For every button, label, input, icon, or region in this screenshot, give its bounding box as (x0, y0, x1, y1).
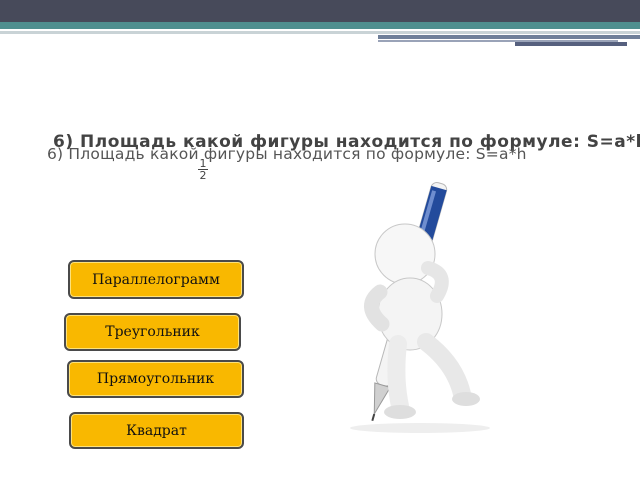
decor-bar-3 (515, 42, 627, 46)
divider-line (0, 31, 640, 34)
answer-button-triangle[interactable]: Треугольник (64, 313, 241, 351)
top-bar (0, 0, 640, 22)
title-back-tail: a*h (614, 132, 640, 152)
answer-button-square[interactable]: Квадрат (69, 412, 244, 449)
answer-button-rectangle[interactable]: Прямоугольник (67, 360, 244, 398)
question-title-front: 6) Площадь какой фигуры находится по фор… (47, 145, 527, 163)
accent-stripe (0, 22, 640, 29)
decor-bar-1 (378, 35, 640, 39)
fraction-denominator: 2 (199, 169, 207, 182)
figure-with-pen-icon (350, 182, 490, 433)
answer-button-parallelogram[interactable]: Параллелограмм (68, 260, 244, 299)
